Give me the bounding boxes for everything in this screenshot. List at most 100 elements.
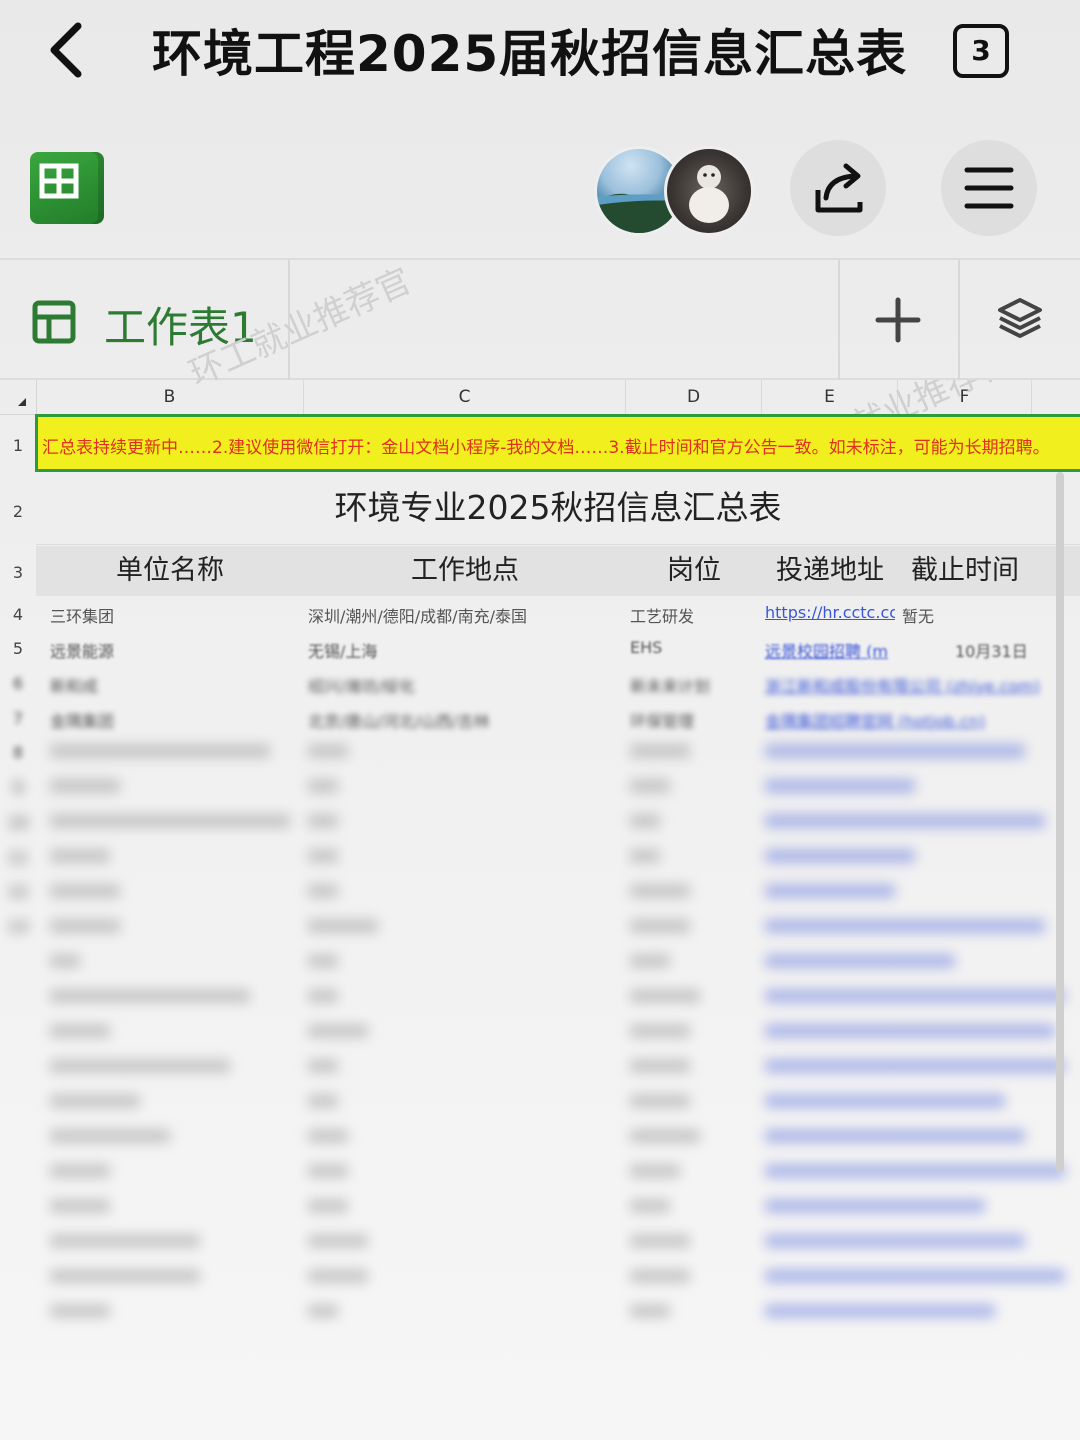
cell-position[interactable]: 工艺研发 [630,603,758,627]
add-sheet-button[interactable] [858,280,938,360]
cell-company[interactable]: 远景能源 [50,638,300,662]
notice-cell[interactable]: 汇总表持续更新中……2.建议使用微信打开：金山文档小程序-我的文档……3.截止时… [35,414,1080,472]
column-header-row: B C D E F [0,380,1080,415]
blurred-cell [630,1199,670,1213]
spreadsheet-grid[interactable]: B C D E F 环工就业推荐官 1 2 3 4 5 6 7 8 9 10 1… [0,380,1080,1440]
blurred-cell [765,1129,1025,1143]
row-number[interactable]: 6 [0,674,36,693]
vertical-scrollbar[interactable] [1056,472,1064,1172]
blurred-cell [765,1059,1065,1073]
menu-button[interactable] [941,140,1037,236]
cell-url-link[interactable]: https://hr.cctc.cc [765,603,895,622]
header-company[interactable]: 单位名称 [36,546,304,596]
blurred-cell [765,1234,1025,1248]
spreadsheet-app-icon[interactable] [30,152,104,224]
blurred-cell [765,1164,1065,1178]
tab-sheet1[interactable]: 工作表1 [0,260,290,380]
column-header-e[interactable]: E [762,380,898,414]
table-header-row: 单位名称 工作地点 岗位 投递地址 截止时间 [36,546,1080,596]
notice-text: 汇总表持续更新中……2.建议使用微信打开：金山文档小程序-我的文档……3.截止时… [42,438,1050,458]
cell-position[interactable]: 环保管理 [630,708,758,732]
blurred-cell [765,814,1045,828]
cell-company[interactable]: 三环集团 [50,603,300,627]
row-number[interactable]: 3 [0,563,36,582]
blurred-cell [308,884,338,898]
cell-position[interactable]: EHS [630,638,758,657]
back-button[interactable] [40,18,100,82]
row-number[interactable]: 4 [0,605,36,624]
row-number[interactable]: 9 [0,778,36,797]
blurred-cell [765,1024,1055,1038]
row-number[interactable]: 1 [0,436,36,455]
sheets-list-button[interactable] [984,280,1064,360]
column-header-f[interactable]: F [898,380,1032,414]
row-number[interactable]: 13 [0,917,36,936]
cell-deadline[interactable]: 10月31日 [955,638,1031,662]
row-number[interactable]: 8 [0,743,36,762]
cell-position[interactable]: 新未来计划 [630,673,758,697]
cell-location[interactable]: 绍兴/潍坊/绥化 [308,673,618,697]
cell-url-link[interactable]: 远景校园招聘 (m [765,638,895,662]
header-url[interactable]: 投递地址 [762,546,898,596]
blurred-cell [630,1304,670,1318]
share-button[interactable] [790,140,886,236]
blurred-cell [50,1304,110,1318]
cell-url-link[interactable]: 浙江新和成股份有限公司 (zhiye.com) [765,673,1050,697]
blurred-cell [765,744,1025,758]
blurred-cell [630,1059,690,1073]
sheet-tab-bar: 工作表1 环工就业推荐官 [0,258,1080,394]
header-location[interactable]: 工作地点 [304,546,626,596]
row-number[interactable]: 7 [0,709,36,728]
plus-icon [875,297,921,343]
cell-location[interactable]: 北京/唐山/河北/山西/吉林 [308,708,618,732]
header-deadline[interactable]: 截止时间 [898,546,1032,596]
cell-url-link[interactable]: 金隅集团招聘官网 (hotjob.cn) [765,708,1050,732]
blurred-cell [765,779,915,793]
column-header-c[interactable]: C [304,380,626,414]
blurred-cell [50,1269,200,1283]
blurred-cell [630,1094,690,1108]
row-number[interactable]: 11 [0,848,36,867]
row-number[interactable]: 10 [0,813,36,832]
row-number[interactable]: 2 [0,502,36,521]
hamburger-icon [964,167,1014,209]
blurred-cell [308,849,338,863]
grid-icon [39,163,79,199]
blurred-cell [308,1024,368,1038]
blurred-cell [50,1059,230,1073]
row-number[interactable]: 5 [0,639,36,658]
blurred-cell [50,1024,110,1038]
blurred-cell [308,989,338,1003]
blurred-cell [630,884,690,898]
cell-company[interactable]: 新和成 [50,673,300,697]
blurred-cell [630,1024,690,1038]
tab-count-badge[interactable]: 3 [953,24,1009,78]
header-position[interactable]: 岗位 [626,546,762,596]
blurred-cell [630,954,670,968]
blurred-cell [765,989,1065,1003]
column-header-d[interactable]: D [626,380,762,414]
blurred-cell [765,1304,995,1318]
select-all-corner[interactable] [0,380,37,414]
blurred-cell [630,1129,700,1143]
sheet-tab-label: 工作表1 [104,303,257,352]
cell-location[interactable]: 深圳/潮州/德阳/成都/南充/泰国 [308,603,618,627]
blurred-cell [765,919,1045,933]
cell-company[interactable]: 金隅集团 [50,708,300,732]
collaborator-avatar[interactable] [664,146,754,236]
blurred-cell [50,814,290,828]
corner-triangle-icon [18,398,26,406]
blurred-cell [630,744,690,758]
blurred-cell [308,1059,338,1073]
sheet-title-cell[interactable]: 环境专业2025秋招信息汇总表 [36,472,1080,545]
cell-deadline[interactable]: 暂无 [902,603,1028,627]
blurred-cell [308,779,338,793]
blurred-cell [630,1164,680,1178]
column-header-b[interactable]: B [36,380,304,414]
chevron-left-icon [50,22,82,78]
row-number[interactable]: 12 [0,882,36,901]
cell-location[interactable]: 无锡/上海 [308,638,618,662]
blurred-cell [308,919,378,933]
blurred-cell [630,1269,690,1283]
blurred-cell [50,1199,110,1213]
